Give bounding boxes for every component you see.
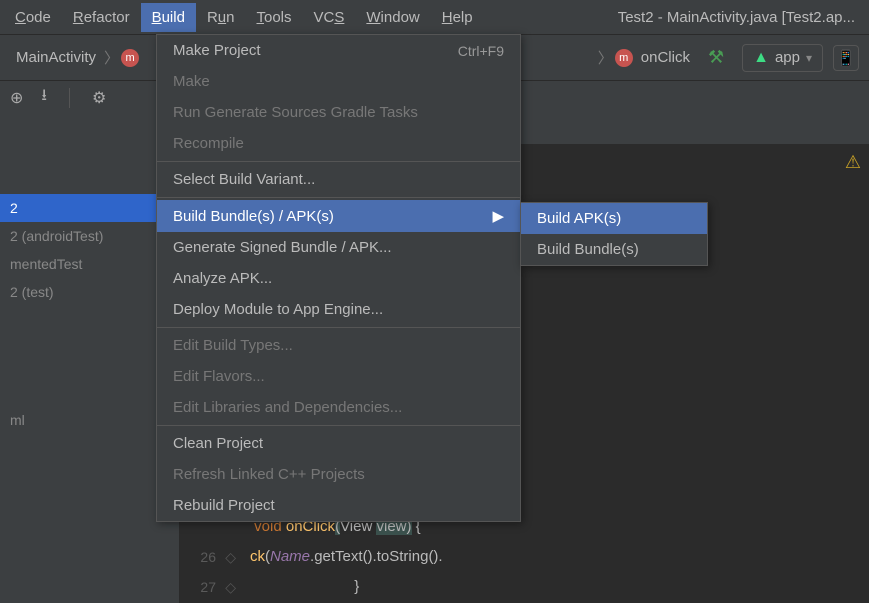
menu-vcs[interactable]: VCS	[303, 3, 356, 32]
menu-run[interactable]: Run	[196, 3, 246, 32]
menu-edit-flavors: Edit Flavors...	[157, 361, 520, 392]
line-number: 26	[200, 542, 216, 572]
run-config-selector[interactable]: ▲ app ▾	[742, 44, 823, 72]
menu-edit-libs: Edit Libraries and Dependencies...	[157, 392, 520, 423]
build-apk-submenu: Build APK(s) Build Bundle(s)	[520, 202, 708, 266]
submenu-arrow-icon: ▶	[492, 207, 504, 225]
build-menu-dropdown: Make Project Ctrl+F9 Make Run Generate S…	[156, 34, 521, 522]
menu-refactor[interactable]: Refactor	[62, 3, 141, 32]
collapse-icon[interactable]: ⭳	[41, 84, 47, 111]
gear-icon[interactable]: ⚙	[92, 88, 106, 108]
menu-rebuild-project[interactable]: Rebuild Project	[157, 490, 520, 521]
device-selector[interactable]: 📱	[833, 45, 859, 71]
target-icon[interactable]: ⊕	[10, 88, 23, 108]
menu-build[interactable]: Build	[141, 3, 196, 32]
menu-help[interactable]: Help	[431, 3, 484, 32]
menu-edit-build-types: Edit Build Types...	[157, 330, 520, 361]
menu-refresh-cpp: Refresh Linked C++ Projects	[157, 459, 520, 490]
separator	[157, 161, 520, 162]
menu-label: Make Project	[173, 42, 261, 59]
sidebar-item[interactable]: mentedTest	[0, 250, 179, 278]
android-icon: ▲	[753, 49, 769, 67]
menu-deploy-module[interactable]: Deploy Module to App Engine...	[157, 294, 520, 325]
sidebar-item[interactable]	[0, 306, 179, 406]
submenu-build-bundle[interactable]: Build Bundle(s)	[521, 234, 707, 265]
divider	[69, 88, 70, 108]
gutter-mark-icon: ◇	[225, 542, 236, 572]
line-number: 27	[200, 572, 216, 602]
menu-recompile: Recompile	[157, 128, 520, 159]
window-title: Test2 - MainActivity.java [Test2.ap...	[618, 9, 865, 26]
menu-tools[interactable]: Tools	[245, 3, 302, 32]
breadcrumb-sep: 〉	[104, 47, 119, 68]
menu-select-variant[interactable]: Select Build Variant...	[157, 164, 520, 195]
build-hammer-icon[interactable]: ⚒	[708, 47, 724, 68]
menu-run-generate: Run Generate Sources Gradle Tasks	[157, 97, 520, 128]
breadcrumb-method[interactable]: onClick	[635, 47, 696, 68]
run-config-label: app	[775, 49, 800, 66]
sidebar-item[interactable]: 2 (androidTest)	[0, 222, 179, 250]
menu-build-bundle-apk[interactable]: Build Bundle(s) / APK(s) ▶	[157, 200, 520, 232]
sidebar-item[interactable]: 2	[0, 194, 179, 222]
gutter-mark-icon: ◇	[225, 572, 236, 602]
submenu-build-apk[interactable]: Build APK(s)	[521, 203, 707, 234]
method-icon-2: m	[615, 49, 633, 67]
breadcrumb-class[interactable]: MainActivity	[10, 47, 102, 68]
project-sidebar[interactable]: 2 2 (androidTest) mentedTest 2 (test) ml	[0, 114, 180, 603]
separator	[157, 425, 520, 426]
phone-icon: 📱	[837, 49, 856, 67]
separator	[157, 327, 520, 328]
method-icon: m	[121, 49, 139, 67]
menu-make-project[interactable]: Make Project Ctrl+F9	[157, 35, 520, 66]
menu-analyze-apk[interactable]: Analyze APK...	[157, 263, 520, 294]
breadcrumb-sep-2: 〉	[598, 47, 613, 68]
sidebar-item[interactable]: ml	[0, 406, 179, 434]
menu-bar: Code Refactor Build Run Tools VCS Window…	[0, 0, 869, 34]
menu-code[interactable]: Code	[4, 3, 62, 32]
menu-make: Make	[157, 66, 520, 97]
menu-generate-signed[interactable]: Generate Signed Bundle / APK...	[157, 232, 520, 263]
chevron-down-icon: ▾	[806, 51, 812, 65]
separator	[157, 197, 520, 198]
shortcut-label: Ctrl+F9	[458, 43, 504, 59]
menu-label: Build Bundle(s) / APK(s)	[173, 208, 334, 225]
sidebar-item[interactable]: 2 (test)	[0, 278, 179, 306]
menu-window[interactable]: Window	[355, 3, 430, 32]
menu-clean-project[interactable]: Clean Project	[157, 428, 520, 459]
